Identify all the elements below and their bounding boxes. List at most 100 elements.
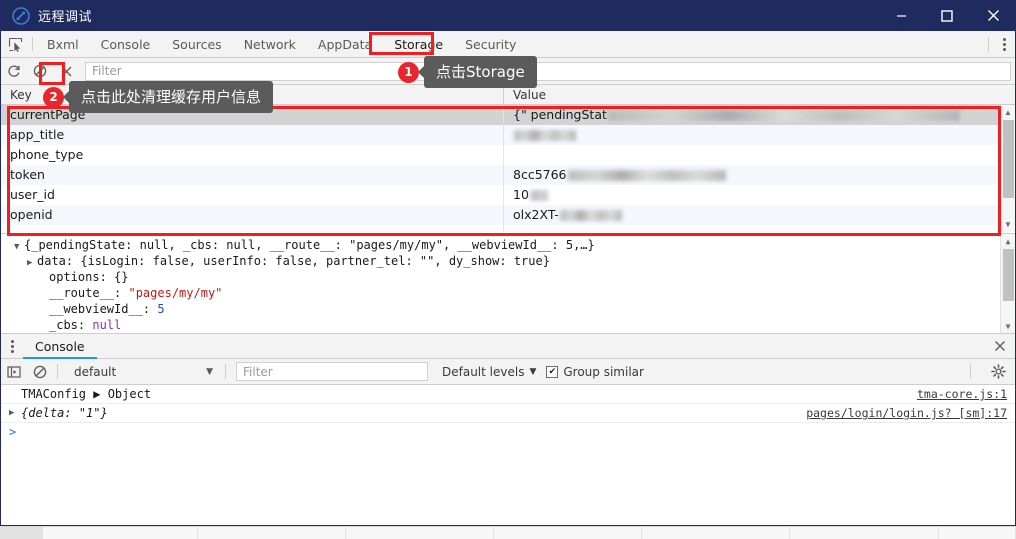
storage-scrollbar[interactable]: ▲ ▼	[1000, 105, 1015, 232]
console-message-source-link[interactable]: tma-core.js:1	[917, 387, 1015, 401]
console-message[interactable]: TMAConfig ▶ Object tma-core.js:1	[1, 385, 1015, 404]
taskbar-start[interactable]	[0, 527, 43, 539]
taskbar-item[interactable]	[790, 527, 939, 539]
table-row[interactable]: openid olx2XT-	[1, 205, 1015, 225]
redacted-value	[514, 130, 576, 141]
taskbar-item[interactable]	[43, 527, 198, 539]
console-messages: TMAConfig ▶ Object tma-core.js:1 ▶ {delta: …	[1, 385, 1015, 423]
json-line[interactable]: options: {}	[1, 269, 1015, 285]
tab-bxml[interactable]: Bxml	[36, 31, 90, 57]
json-scrollbar[interactable]: ▲ ▼	[1000, 234, 1015, 333]
app-logo-icon	[12, 6, 30, 25]
json-key: __route__:	[49, 286, 129, 300]
json-preview-pane: ▼ {_pendingState: null, _cbs: null, __rou…	[1, 233, 1015, 333]
console-prompt[interactable]: >	[1, 423, 1015, 441]
taskbar-item[interactable]	[346, 527, 494, 539]
scrollbar-thumb[interactable]	[1002, 120, 1014, 198]
tab-appdata[interactable]: AppData	[307, 31, 383, 57]
tab-security[interactable]: Security	[454, 31, 527, 57]
console-empty-area[interactable]	[1, 441, 1015, 520]
cell-key: token	[1, 165, 504, 185]
table-row[interactable]: app_title	[1, 125, 1015, 145]
log-levels-label: Default levels	[442, 364, 525, 379]
group-similar-label: Group similar	[563, 364, 644, 379]
scroll-down-icon[interactable]: ▼	[1001, 217, 1016, 232]
scroll-up-icon[interactable]: ▲	[1001, 234, 1016, 249]
redacted-value	[567, 170, 726, 181]
prompt-caret: >	[9, 425, 17, 439]
tab-console-drawer[interactable]: Console	[23, 334, 97, 359]
tabbar-divider	[32, 37, 33, 51]
json-line[interactable]: __webviewId__: 5	[1, 301, 1015, 317]
tab-console[interactable]: Console	[90, 31, 162, 57]
cell-value: olx2XT-	[504, 205, 1015, 225]
scrollbar-thumb[interactable]	[1002, 249, 1014, 301]
table-row[interactable]: user_id 10	[1, 185, 1015, 205]
cell-key: app_title	[1, 125, 504, 145]
table-row-empty	[1, 225, 1015, 232]
json-line[interactable]: ▶ data: {isLogin: false, userInfo: false,…	[1, 253, 1015, 269]
toolbar-divider	[57, 364, 58, 379]
table-row[interactable]: phone_type	[1, 145, 1015, 165]
console-message-text: {delta: "1"}	[21, 406, 108, 420]
callout-1: 1 点击Storage	[398, 56, 537, 88]
taskbar-item[interactable]	[198, 527, 346, 539]
minimize-button[interactable]	[878, 0, 924, 31]
refresh-icon[interactable]	[1, 58, 27, 84]
console-drawer-tabbar: Console	[1, 334, 1015, 359]
log-levels-select[interactable]: Default levels ▼	[442, 365, 536, 379]
close-button[interactable]	[970, 0, 1016, 31]
gear-icon[interactable]	[985, 359, 1011, 385]
json-key: data:	[37, 254, 81, 268]
group-similar-checkbox[interactable]: ✔	[546, 365, 559, 378]
console-message-source-link[interactable]: pages/login/login.js? [sm]:17	[806, 406, 1015, 420]
callout-badge: 2	[43, 86, 64, 108]
console-message-text: TMAConfig ▶ Object	[21, 387, 152, 401]
kebab-menu-icon[interactable]	[993, 37, 1015, 51]
cell-value	[504, 225, 1015, 232]
title-bar: 远程调试	[0, 0, 1016, 31]
inspect-element-icon[interactable]	[1, 31, 29, 57]
toolbar-divider	[969, 364, 971, 379]
storage-filter-input[interactable]: Filter	[85, 61, 1011, 81]
taskbar-item[interactable]	[494, 527, 643, 539]
console-message[interactable]: ▶ {delta: "1"} pages/login/login.js? [sm]:…	[1, 404, 1015, 423]
callout-text: 点击此处清理缓存用户信息	[69, 81, 274, 113]
tab-network[interactable]: Network	[233, 31, 307, 57]
json-line[interactable]: _cbs: null	[1, 317, 1015, 333]
console-drawer: Console default ▼ Filter Default levels …	[1, 333, 1015, 520]
expand-icon[interactable]: ▶	[9, 408, 14, 418]
execution-context-select[interactable]: default ▼	[66, 362, 221, 381]
expand-collapse-icon[interactable]: ▼	[14, 239, 24, 255]
execution-context-value: default	[74, 364, 117, 379]
json-value: {_pendingState: null, _cbs: null, __rout…	[24, 238, 595, 252]
taskbar-item[interactable]	[642, 527, 791, 539]
cell-key: openid	[1, 205, 504, 225]
table-row[interactable]: token 8cc5766	[1, 165, 1015, 185]
cell-value: {" pendingStat	[504, 105, 1015, 125]
column-header-value[interactable]: Value	[504, 85, 1015, 104]
console-filter-input[interactable]: Filter	[236, 362, 428, 381]
clear-console-icon[interactable]	[27, 359, 53, 385]
chevron-down-icon: ▼	[529, 366, 537, 377]
json-line[interactable]: __route__: "pages/my/my"	[1, 285, 1015, 301]
tab-sources[interactable]: Sources	[161, 31, 232, 57]
expand-icon[interactable]: ▶	[27, 255, 37, 271]
execution-context-icon[interactable]	[1, 359, 27, 385]
taskbar-item[interactable]	[939, 527, 1016, 539]
scroll-down-icon[interactable]: ▼	[1001, 319, 1016, 333]
tabbar-divider	[988, 36, 989, 52]
storage-table-body: currentPage {" pendingStat app_title phone_…	[1, 105, 1015, 232]
cell-key: phone_type	[1, 145, 504, 165]
devtools-tabbar: Bxml Console Sources Network AppData Sto…	[1, 31, 1015, 58]
scroll-up-icon[interactable]: ▲	[1001, 105, 1016, 120]
close-icon[interactable]	[985, 334, 1015, 359]
json-line[interactable]: ▼ {_pendingState: null, _cbs: null, __rou…	[1, 237, 1015, 253]
tab-storage[interactable]: Storage	[383, 31, 454, 57]
cell-value	[504, 125, 1015, 145]
kebab-menu-icon[interactable]	[1, 339, 23, 353]
cell-value: 8cc5766	[504, 165, 1015, 185]
maximize-button[interactable]	[924, 0, 970, 31]
callout-badge: 1	[398, 61, 419, 83]
cell-value: 10	[504, 185, 1015, 205]
